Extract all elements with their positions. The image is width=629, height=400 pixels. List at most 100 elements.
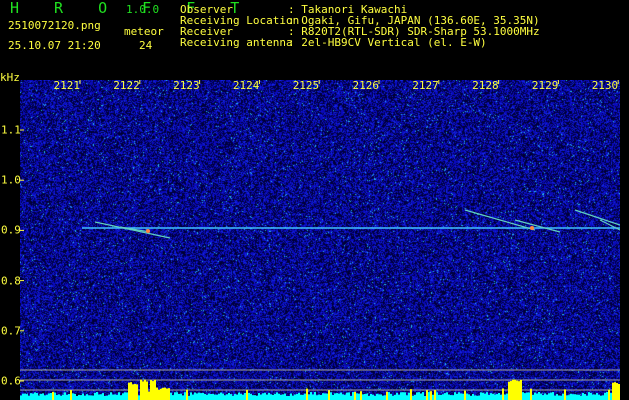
x-tick-label: 2124 [232, 79, 260, 92]
level-bar [264, 392, 266, 400]
level-bar [82, 393, 84, 400]
level-bar [138, 395, 140, 400]
date-time: 25.10.07 21:20 [8, 39, 101, 52]
x-tick-label: 2128 [472, 79, 499, 92]
level-bar [540, 393, 542, 400]
level-bar [240, 393, 242, 400]
level-bar [448, 394, 450, 400]
level-bar [478, 395, 480, 400]
level-bar [446, 392, 448, 400]
level-bar [98, 394, 100, 400]
level-bar [516, 380, 518, 400]
level-bar [296, 394, 298, 400]
x-tick-label: 2127 [412, 79, 439, 92]
level-bar [294, 394, 296, 400]
level-bar [474, 395, 476, 400]
level-bar [560, 395, 562, 400]
level-bar [444, 393, 446, 400]
level-bar [420, 393, 422, 400]
level-bar [324, 393, 326, 400]
x-tick-label: 2123 [173, 79, 200, 92]
level-bar [508, 381, 510, 400]
level-bar [290, 393, 292, 400]
level-bar [544, 393, 546, 400]
level-bar [556, 394, 558, 400]
level-bar [94, 392, 96, 400]
level-bar [134, 383, 136, 400]
level-bar [120, 395, 122, 400]
level-bar [582, 392, 584, 400]
level-bar [260, 394, 262, 400]
level-bar [50, 393, 52, 400]
level-bar [546, 394, 548, 400]
level-bar [350, 395, 352, 400]
level-bar [338, 393, 340, 400]
level-bar [568, 395, 570, 400]
level-bar [182, 395, 184, 400]
level-bar [160, 388, 162, 400]
level-bar [400, 392, 402, 400]
meteor-head [530, 226, 534, 230]
spectrogram [20, 80, 620, 400]
level-bar [102, 393, 104, 400]
meteor-label: meteor [124, 25, 164, 38]
level-bar [504, 394, 506, 400]
level-bar [538, 392, 540, 400]
level-bar [204, 394, 206, 400]
level-bar [194, 392, 196, 400]
level-bar [616, 383, 618, 400]
level-bar [590, 392, 592, 400]
level-bar [450, 395, 452, 400]
level-bar [24, 393, 26, 400]
level-bar [388, 392, 390, 400]
level-bar [308, 394, 310, 400]
level-bar [30, 393, 32, 400]
level-bar [412, 395, 414, 400]
level-bar [326, 393, 328, 400]
meteor-trace [94, 221, 171, 239]
app-version: 1.0.0 [126, 3, 160, 16]
level-bar [416, 392, 418, 400]
level-bar [502, 388, 504, 400]
level-bar [282, 394, 284, 400]
level-bar [542, 395, 544, 400]
level-bar [398, 394, 400, 400]
level-bar [128, 382, 130, 400]
level-bar [254, 395, 256, 400]
level-bar [310, 392, 312, 400]
level-bar [210, 393, 212, 400]
level-bar [38, 395, 40, 400]
level-bar [150, 380, 152, 400]
level-bar [40, 393, 42, 400]
x-tick-label: 2129 [531, 79, 559, 92]
level-bar [390, 393, 392, 400]
level-bar [578, 394, 580, 400]
level-bar [166, 388, 168, 400]
info-row: Receiving antenna: 2el-HB9CV Vertical (e… [180, 37, 487, 49]
level-bar [208, 393, 210, 400]
level-bar [584, 394, 586, 400]
level-bar [90, 395, 92, 400]
level-bar [250, 393, 252, 400]
level-bar [424, 395, 426, 400]
level-bar [192, 394, 194, 400]
level-bar [132, 384, 134, 400]
x-tick-label: 2125 [292, 79, 320, 92]
level-bar [408, 392, 410, 400]
level-bar [164, 387, 166, 400]
level-bar [198, 392, 200, 400]
level-bar [554, 395, 556, 400]
level-bar [180, 393, 182, 400]
level-bar [374, 395, 376, 400]
y-tick-label: 0.8 [1, 274, 21, 288]
level-bar [594, 394, 596, 400]
level-bar [114, 394, 116, 400]
level-bar [68, 394, 70, 400]
level-bar [484, 393, 486, 400]
level-bar [188, 395, 190, 400]
level-bar [298, 392, 300, 400]
level-bar [62, 394, 64, 400]
level-bar [256, 395, 258, 400]
level-bar [570, 393, 572, 400]
level-bar [612, 382, 614, 400]
